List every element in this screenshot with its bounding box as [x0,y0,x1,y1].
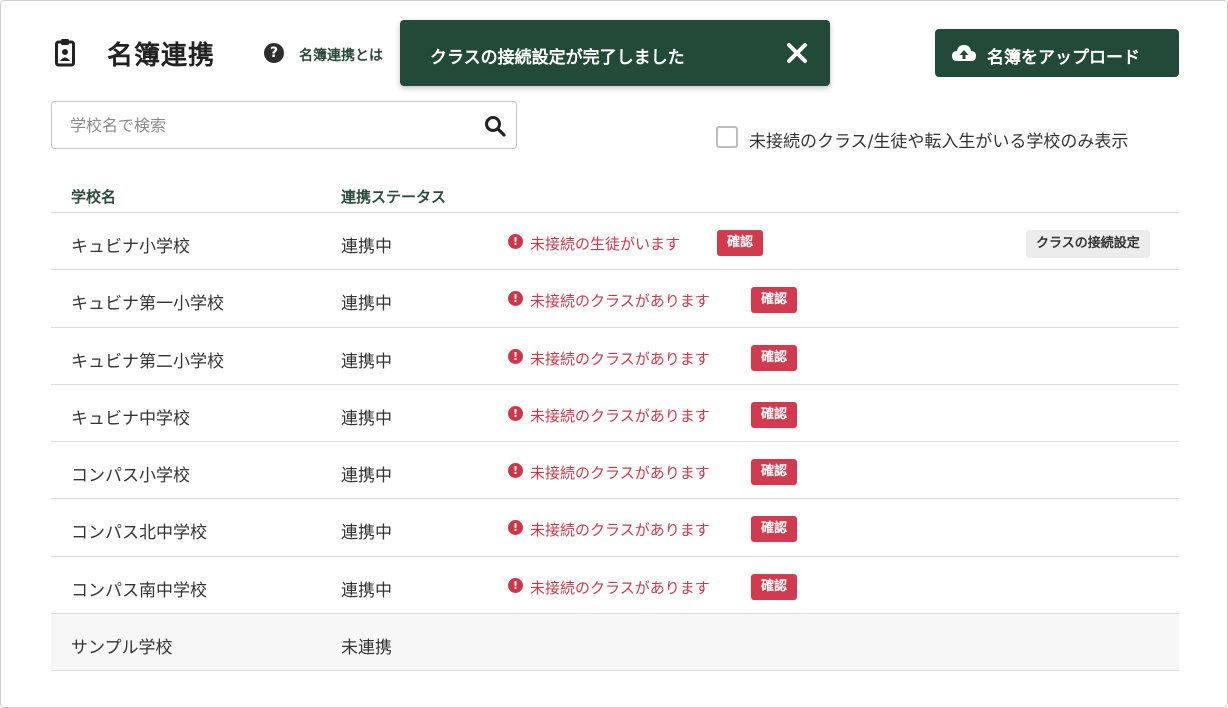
exclamation-circle-icon: ! [508,348,523,364]
link-status: 連携中 [341,237,392,257]
exclamation-circle-icon: ! [508,463,523,479]
table-row: コンパス南中学校 連携中! 未接続のクラスがあります 確認 [51,557,1179,615]
link-status: 連携中 [341,351,392,372]
column-header-school-name: 学校名 [71,188,117,206]
table-row: コンパス小学校 連携中! 未接続のクラスがあります 確認 [51,442,1179,500]
school-table: 学校名 連携ステータス キュビナ小学校 連携中! 未接続の生徒がいます 確認 クラスの接… [51,177,1179,672]
school-name: キュビナ中学校 [71,408,190,429]
page-frame: 名簿連携 ? 名簿連携とは クラスの接続設定が完了しました 名簿をアップロード … [0,0,1228,708]
exclamation-circle-icon: ! [508,234,523,249]
confirm-button[interactable]: 確認 [717,230,764,256]
school-name: キュビナ第一小学校 [71,294,224,315]
table-row: キュビナ第一小学校 連携中! 未接続のクラスがあります 確認 [51,270,1179,328]
toast-message: クラスの接続設定が完了しました [430,48,685,68]
alert-message: ! 未接続のクラスがあります [508,577,710,597]
school-name: キュビナ小学校 [71,237,190,257]
alert-text: 未接続のクラスがあります [530,578,710,597]
alert-text: 未接続のクラスがあります [530,521,710,540]
close-icon[interactable] [784,40,810,66]
upload-button-label: 名簿をアップロード [987,48,1140,68]
filter-checkbox[interactable] [716,126,738,148]
school-name: コンパス小学校 [71,466,190,487]
exclamation-circle-icon: ! [508,405,523,421]
exclamation-circle-icon: ! [508,291,523,307]
link-status: 未連携 [341,638,392,659]
search-box [51,101,517,149]
confirm-button[interactable]: 確認 [751,459,798,486]
confirm-button[interactable]: 確認 [751,287,798,314]
alert-text: 未接続の生徒がいます [530,235,681,253]
link-status: 連携中 [341,466,392,487]
school-name: コンパス北中学校 [71,523,207,544]
school-name: コンパス南中学校 [71,580,207,601]
table-body: キュビナ小学校 連携中! 未接続の生徒がいます 確認 クラスの接続設定 キュビナ第一小学校… [51,213,1179,672]
confirm-button[interactable]: 確認 [751,516,798,543]
success-toast: クラスの接続設定が完了しました [400,20,830,86]
table-row: サンプル学校 未連携 [51,614,1179,672]
exclamation-circle-icon: ! [508,520,523,536]
page-title: 名簿連携 [107,41,216,71]
upload-roster-button[interactable]: 名簿をアップロード [935,29,1179,77]
confirm-button[interactable]: 確認 [751,344,798,371]
confirm-button[interactable]: 確認 [751,573,798,600]
filter-label: 未接続のクラス/生徒や転入生がいる学校のみ表示 [749,132,1129,152]
alert-text: 未接続のクラスがあります [530,292,710,311]
table-row: キュビナ中学校 連携中! 未接続のクラスがあります 確認 [51,385,1179,443]
clipboard-user-icon [55,39,75,67]
link-status: 連携中 [341,294,392,315]
alert-text: 未接続のクラスがあります [530,349,710,368]
column-header-status: 連携ステータス [341,188,447,206]
table-header: 学校名 連携ステータス [51,177,1179,213]
link-status: 連携中 [341,408,392,429]
alert-text: 未接続のクラスがあります [530,406,710,425]
alert-message: ! 未接続のクラスがあります [508,290,710,311]
alert-message: ! 未接続のクラスがあります [508,519,710,540]
alert-message: ! 未接続の生徒がいます [508,233,681,253]
question-circle-icon[interactable]: ? [264,43,284,63]
link-status: 連携中 [341,523,392,544]
alert-message: ! 未接続のクラスがあります [508,348,710,368]
school-name: サンプル学校 [71,638,173,659]
alert-message: ! 未接続のクラスがあります [508,462,710,483]
confirm-button[interactable]: 確認 [751,401,798,428]
alert-message: ! 未接続のクラスがあります [508,405,710,425]
search-input[interactable] [52,102,472,148]
table-row: コンパス北中学校 連携中! 未接続のクラスがあります 確認 [51,499,1179,557]
link-status: 連携中 [341,580,392,601]
search-icon[interactable] [484,115,506,137]
help-link[interactable]: 名簿連携とは [299,45,383,65]
alert-text: 未接続のクラスがあります [530,464,710,483]
class-connection-settings-button[interactable]: クラスの接続設定 [1026,230,1150,258]
table-row: キュビナ第二小学校 連携中! 未接続のクラスがあります 確認 [51,328,1179,385]
table-row: キュビナ小学校 連携中! 未接続の生徒がいます 確認 クラスの接続設定 [51,213,1179,271]
cloud-upload-icon [952,45,976,61]
school-name: キュビナ第二小学校 [71,351,224,372]
exclamation-circle-icon: ! [508,577,523,593]
